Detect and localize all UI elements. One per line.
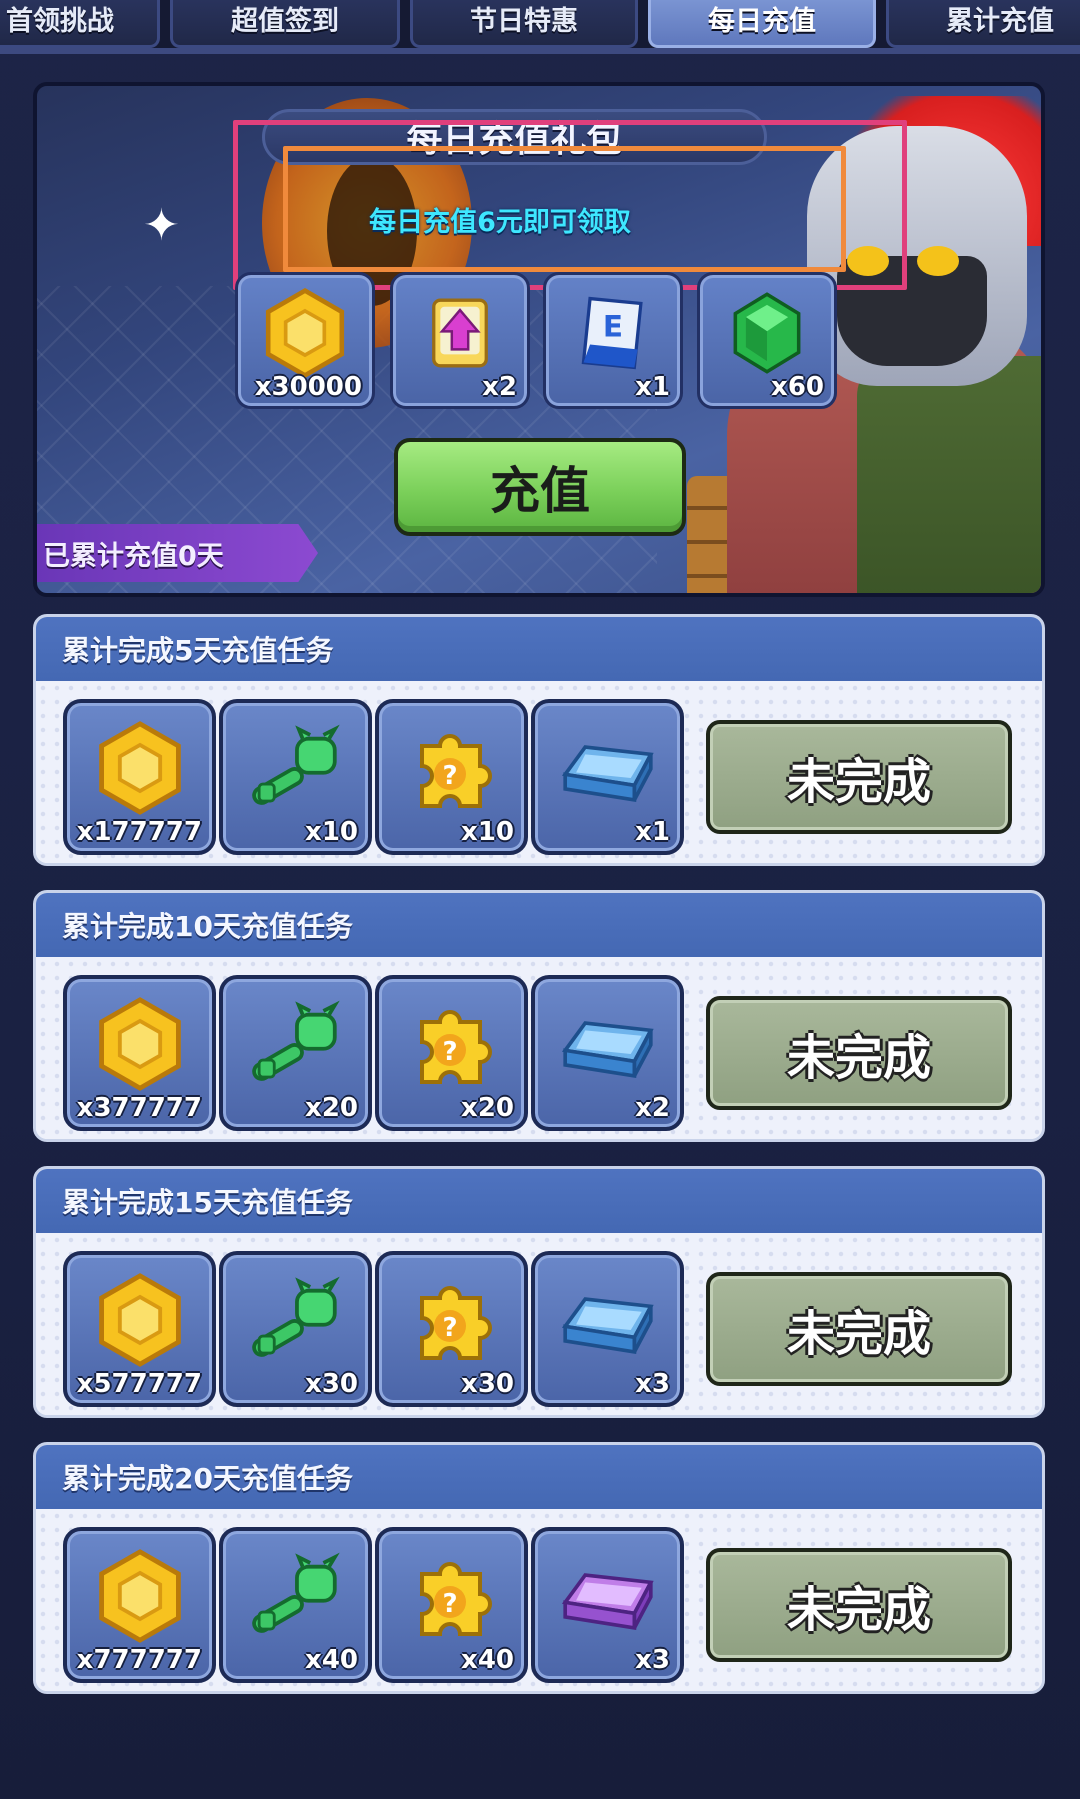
svg-text:?: ? [442, 1589, 457, 1619]
svg-text:E: E [603, 309, 623, 343]
task-reward-slot[interactable]: x2 [531, 975, 684, 1131]
task-title: 累计完成10天充值任务 [36, 893, 1042, 957]
puzzle-piece-icon: ? [419, 1010, 492, 1085]
reward-qty: x2 [482, 372, 517, 402]
tab-cumulative-recharge[interactable]: 累计充值 [886, 0, 1080, 48]
task-reward-slot[interactable]: x3 [531, 1251, 684, 1407]
green-key-icon [251, 1552, 340, 1633]
gold-coin-icon [265, 287, 345, 378]
task-reward-slot[interactable]: x10 [219, 699, 372, 855]
task-reward-qty: x10 [461, 817, 514, 847]
task-reward-qty: x40 [461, 1645, 514, 1675]
blue-ingot-icon [561, 1021, 654, 1079]
task-reward-slot[interactable]: x777777 [63, 1527, 216, 1683]
upgrade-card-icon [432, 298, 488, 368]
task-title: 累计完成15天充值任务 [36, 1169, 1042, 1233]
puzzle-piece-icon: ? [419, 1286, 492, 1361]
task-reward-qty: x377777 [76, 1093, 202, 1123]
task-reward-qty: x1 [635, 817, 670, 847]
task-reward-slot[interactable]: x30 [219, 1251, 372, 1407]
task-status-button[interactable]: 未完成 [706, 1548, 1012, 1662]
task-reward-slot[interactable]: x20 [219, 975, 372, 1131]
reward-slot[interactable]: E x1 [543, 272, 683, 409]
task-reward-qty: x20 [305, 1093, 358, 1123]
blue-ingot-icon [561, 745, 654, 803]
reward-qty: x30000 [254, 372, 362, 402]
task-reward-qty: x2 [635, 1093, 670, 1123]
task-reward-qty: x30 [461, 1369, 514, 1399]
task-reward-qty: x577777 [76, 1369, 202, 1399]
accumulated-days-label: 已累计充值0天 [37, 524, 318, 582]
task-title: 累计完成5天充值任务 [36, 617, 1042, 681]
puzzle-piece-icon: ? [419, 1562, 492, 1637]
task-reward-qty: x10 [305, 817, 358, 847]
svg-text:?: ? [442, 1313, 457, 1343]
task-title: 累计完成20天充值任务 [36, 1445, 1042, 1509]
svg-text:?: ? [442, 761, 457, 791]
gold-coin-icon [98, 721, 181, 816]
task-reward-slot[interactable]: x177777 [63, 699, 216, 855]
hero-eye-right [917, 246, 959, 276]
task-card: 累计完成20天充值任务 x777777 x40 ? x40 x3 未完成 [33, 1442, 1045, 1694]
green-key-icon [251, 1276, 340, 1357]
task-reward-slot[interactable]: x3 [531, 1527, 684, 1683]
recharge-button[interactable]: 充值 [394, 438, 686, 536]
task-reward-qty: x30 [305, 1369, 358, 1399]
task-status-button[interactable]: 未完成 [706, 1272, 1012, 1386]
highlight-box-inner [283, 146, 846, 272]
tab-daily-recharge[interactable]: 每日充值 [648, 0, 876, 48]
reward-slot[interactable]: x30000 [235, 272, 375, 409]
tab-bar: 首领挑战 超值签到 节日特惠 每日充值 累计充值 [0, 0, 1080, 54]
tab-boss-challenge[interactable]: 首领挑战 [0, 0, 160, 48]
task-reward-slot[interactable]: x1 [531, 699, 684, 855]
sparkle-icon: ✦ [143, 200, 180, 251]
tab-value-signin[interactable]: 超值签到 [170, 0, 400, 48]
task-reward-qty: x3 [635, 1645, 670, 1675]
blue-card-icon: E [581, 296, 643, 369]
task-reward-qty: x777777 [76, 1645, 202, 1675]
task-reward-slot[interactable]: ? x30 [375, 1251, 528, 1407]
gold-coin-icon [98, 1549, 181, 1644]
task-card: 累计完成15天充值任务 x577777 x30 ? x30 x3 未完成 [33, 1166, 1045, 1418]
hero-vest-art [857, 356, 1041, 593]
gold-coin-icon [98, 997, 181, 1092]
task-reward-qty: x20 [461, 1093, 514, 1123]
task-status-button[interactable]: 未完成 [706, 996, 1012, 1110]
task-reward-slot[interactable]: ? x40 [375, 1527, 528, 1683]
task-reward-qty: x40 [305, 1645, 358, 1675]
task-reward-slot[interactable]: ? x10 [375, 699, 528, 855]
blue-ingot-icon [561, 1297, 654, 1355]
task-reward-qty: x177777 [76, 817, 202, 847]
task-reward-qty: x3 [635, 1369, 670, 1399]
reward-qty: x60 [771, 372, 824, 402]
reward-slot[interactable]: x60 [697, 272, 837, 409]
task-card: 累计完成10天充值任务 x377777 x20 ? x20 x2 未完成 [33, 890, 1045, 1142]
task-card: 累计完成5天充值任务 x177777 x10 ? x10 x1 未完成 [33, 614, 1045, 866]
green-gem-icon [733, 291, 801, 374]
task-reward-slot[interactable]: x377777 [63, 975, 216, 1131]
green-key-icon [251, 1000, 340, 1081]
puzzle-piece-icon: ? [419, 734, 492, 809]
svg-text:?: ? [442, 1037, 457, 1067]
task-status-button[interactable]: 未完成 [706, 720, 1012, 834]
green-key-icon [251, 724, 340, 805]
tab-underline [0, 48, 1080, 54]
tab-festival-deals[interactable]: 节日特惠 [410, 0, 638, 48]
task-reward-slot[interactable]: x577777 [63, 1251, 216, 1407]
reward-slot[interactable]: x2 [390, 272, 530, 409]
task-reward-slot[interactable]: ? x20 [375, 975, 528, 1131]
gold-coin-icon [98, 1273, 181, 1368]
purple-ingot-icon [561, 1573, 654, 1631]
task-reward-slot[interactable]: x40 [219, 1527, 372, 1683]
reward-qty: x1 [635, 372, 670, 402]
